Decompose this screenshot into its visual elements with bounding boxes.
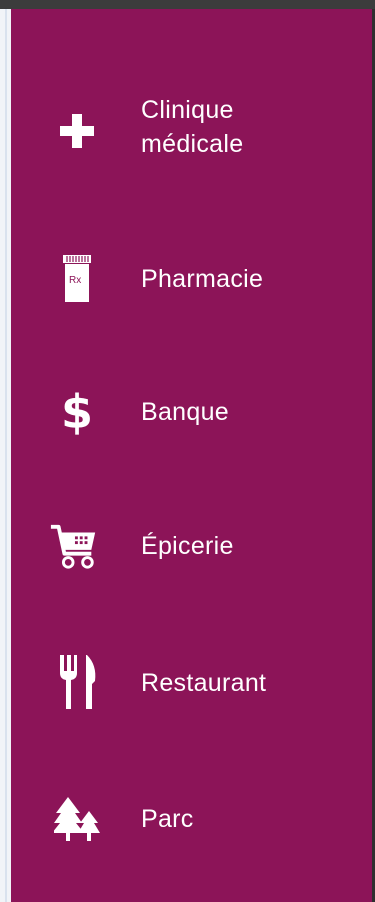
- service-label-grocery: Épicerie: [141, 532, 234, 560]
- service-item-pharmacy[interactable]: Rx Pharmacie: [11, 239, 372, 319]
- service-item-bank[interactable]: $ Banque: [11, 372, 372, 452]
- background-strip: [0, 9, 11, 902]
- service-label-restaurant: Restaurant: [141, 669, 267, 697]
- service-item-restaurant[interactable]: Restaurant: [11, 642, 372, 722]
- dollar-sign: $: [60, 385, 93, 439]
- service-label-park: Parc: [141, 805, 194, 833]
- shopping-cart-icon: [49, 516, 99, 576]
- service-label-pharmacy: Pharmacie: [141, 265, 264, 293]
- service-item-grocery[interactable]: Épicerie: [11, 506, 372, 586]
- service-label-bank: Banque: [141, 398, 229, 426]
- top-bar: [0, 0, 375, 9]
- strip-edge: [5, 9, 7, 902]
- service-label-clinic-line2: médicale: [141, 130, 244, 158]
- pill-bottle-label: Rx: [69, 275, 81, 286]
- medical-cross-icon: [52, 101, 102, 161]
- dollar-icon: $: [52, 382, 102, 442]
- service-label-clinic: Clinique médicale: [141, 93, 243, 161]
- services-panel: Clinique médicale Rx Pharmacie $ Banque …: [11, 9, 375, 902]
- trees-icon: [52, 789, 102, 849]
- service-label-clinic-line1: Clinique: [141, 96, 234, 124]
- fork-knife-icon: [52, 652, 102, 712]
- service-item-park[interactable]: Parc: [11, 781, 372, 861]
- app-frame: Clinique médicale Rx Pharmacie $ Banque …: [0, 0, 375, 902]
- service-item-clinic[interactable]: Clinique médicale: [11, 91, 372, 171]
- pill-bottle-icon: Rx: [52, 249, 102, 309]
